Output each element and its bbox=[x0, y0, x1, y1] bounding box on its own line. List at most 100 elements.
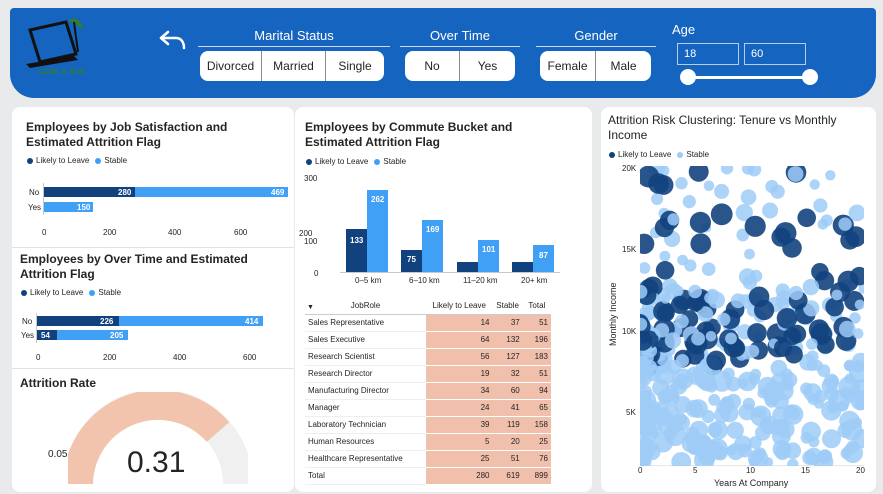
scatter-point-stable bbox=[769, 420, 785, 436]
jobrole-table: JobRole ▼ Likely to Leave Stable Total Sa… bbox=[305, 297, 551, 485]
table-row[interactable]: Human Resources 5 20 25 bbox=[305, 433, 551, 451]
table-row[interactable]: Manager 24 41 65 bbox=[305, 399, 551, 417]
legend-stable: Stable bbox=[98, 288, 122, 297]
legend-likely: Likely to Leave bbox=[36, 156, 90, 165]
scatter-point-likely bbox=[748, 286, 770, 308]
scatter-point-stable bbox=[659, 250, 671, 262]
age-max-input[interactable]: 60 bbox=[744, 43, 806, 65]
scatter-point-likely bbox=[655, 261, 675, 280]
option-female[interactable]: Female bbox=[540, 51, 596, 81]
scatter-point-stable bbox=[840, 447, 852, 459]
table-total-row[interactable]: Total 280 619 899 bbox=[305, 467, 551, 485]
gender-slicer: Female Male bbox=[540, 51, 651, 81]
table-row[interactable]: Laboratory Technician 39 119 158 bbox=[305, 416, 551, 434]
scatter-point-stable bbox=[802, 278, 820, 296]
legend-likely-icon bbox=[306, 158, 312, 165]
option-divorced[interactable]: Divorced bbox=[200, 51, 262, 81]
value-cell: 20 bbox=[492, 433, 523, 451]
x-tick-label: 15 bbox=[801, 466, 810, 475]
option-married[interactable]: Married bbox=[262, 51, 326, 81]
sort-desc-icon[interactable]: ▼ bbox=[307, 304, 314, 311]
scatter-point-stable bbox=[762, 202, 779, 219]
divider bbox=[536, 46, 656, 47]
bar-value: 150 bbox=[77, 203, 91, 212]
value-cell: 37 bbox=[492, 314, 523, 332]
x-tick-label: 10 bbox=[746, 466, 755, 475]
value-cell: 51 bbox=[522, 314, 551, 332]
option-male[interactable]: Male bbox=[596, 51, 651, 81]
bar-value: 133 bbox=[350, 236, 364, 245]
value-cell: 14 bbox=[425, 314, 493, 332]
column-header-stable[interactable]: Stable bbox=[492, 297, 523, 315]
scatter-point-stable bbox=[822, 429, 841, 449]
table-row[interactable]: Research Director 19 32 51 bbox=[305, 365, 551, 383]
value-cell: 19 bbox=[425, 365, 493, 383]
table-row[interactable]: Sales Executive 64 132 196 bbox=[305, 331, 551, 349]
scatter-point-stable bbox=[714, 407, 730, 423]
col-likely-20-plus bbox=[512, 262, 533, 272]
option-no[interactable]: No bbox=[405, 51, 460, 81]
job-sat-legend: Likely to Leave Stable bbox=[27, 156, 127, 165]
table-row[interactable]: Manufacturing Director 34 60 94 bbox=[305, 382, 551, 400]
value-cell: 39 bbox=[425, 416, 493, 434]
over-time-legend: Likely to Leave Stable bbox=[21, 288, 121, 297]
tick-label: 300 bbox=[304, 174, 318, 183]
age-min-input[interactable]: 18 bbox=[677, 43, 739, 65]
column-header-likely[interactable]: Likely to Leave bbox=[425, 297, 493, 315]
value-cell: 64 bbox=[425, 331, 493, 349]
jobrole-cell: Research Director bbox=[305, 365, 426, 383]
scatter-point-stable bbox=[645, 424, 658, 437]
scatter-point-stable bbox=[744, 248, 755, 260]
category-label: 6–10 km bbox=[409, 276, 440, 285]
bar-value: 87 bbox=[539, 251, 548, 260]
scatter-point-stable bbox=[782, 372, 798, 388]
value-cell: 32 bbox=[492, 365, 523, 383]
value-cell: 25 bbox=[425, 450, 493, 468]
table-row[interactable]: Sales Representative 14 37 51 bbox=[305, 314, 551, 332]
tick-label: 600 bbox=[243, 353, 257, 362]
x-tick-label: 0 bbox=[638, 466, 643, 475]
value-cell: 127 bbox=[492, 348, 523, 366]
scatter-point-stable bbox=[825, 170, 836, 181]
scatter-point-stable bbox=[775, 283, 790, 298]
value-cell: 60 bbox=[492, 382, 523, 400]
value-cell: 899 bbox=[522, 467, 551, 485]
value-cell: 132 bbox=[492, 331, 523, 349]
x-axis-label: Years At Company bbox=[714, 478, 789, 488]
jobrole-cell: Manager bbox=[305, 399, 426, 417]
age-slider-min-handle[interactable] bbox=[680, 69, 696, 85]
legend-likely-icon bbox=[609, 151, 615, 158]
jobrole-cell: Manufacturing Director bbox=[305, 382, 426, 400]
col-likely-11-20 bbox=[457, 262, 478, 272]
table-row[interactable]: Research Scientist 56 127 183 bbox=[305, 348, 551, 366]
legend-likely: Likely to Leave bbox=[315, 157, 369, 166]
tick-label: 200 bbox=[103, 353, 117, 362]
option-single[interactable]: Single bbox=[326, 51, 384, 81]
back-arrow-icon[interactable] bbox=[158, 28, 188, 52]
scatter-point-stable bbox=[713, 446, 728, 461]
table-row[interactable]: Healthcare Representative 25 51 76 bbox=[305, 450, 551, 468]
over-time-title: Over Time bbox=[430, 28, 490, 43]
scatter-point-stable bbox=[737, 443, 752, 458]
jobrole-cell: Laboratory Technician bbox=[305, 416, 426, 434]
column-header-jobrole[interactable]: JobRole ▼ bbox=[305, 297, 426, 315]
jobrole-cell: Total bbox=[305, 467, 426, 485]
scatter-point-stable bbox=[660, 293, 671, 304]
scatter-point-stable bbox=[813, 198, 828, 213]
option-yes[interactable]: Yes bbox=[460, 51, 515, 81]
bar-value: 169 bbox=[426, 225, 440, 234]
legend-stable: Stable bbox=[686, 150, 710, 159]
divider bbox=[12, 368, 294, 369]
y-tick-label: 5K bbox=[626, 408, 636, 417]
value-cell: 65 bbox=[522, 399, 551, 417]
y-tick-label: 20K bbox=[622, 164, 637, 173]
jobrole-cell: Research Scientist bbox=[305, 348, 426, 366]
column-header-total[interactable]: Total bbox=[522, 297, 551, 315]
scatter-point-stable bbox=[755, 425, 771, 441]
age-slider-track bbox=[688, 76, 810, 79]
scatter-point-stable bbox=[738, 403, 756, 421]
bar-stable-no bbox=[119, 316, 263, 326]
age-slider-max-handle[interactable] bbox=[802, 69, 818, 85]
scatter-point-stable bbox=[838, 217, 852, 231]
scatter-point-stable bbox=[714, 183, 730, 199]
